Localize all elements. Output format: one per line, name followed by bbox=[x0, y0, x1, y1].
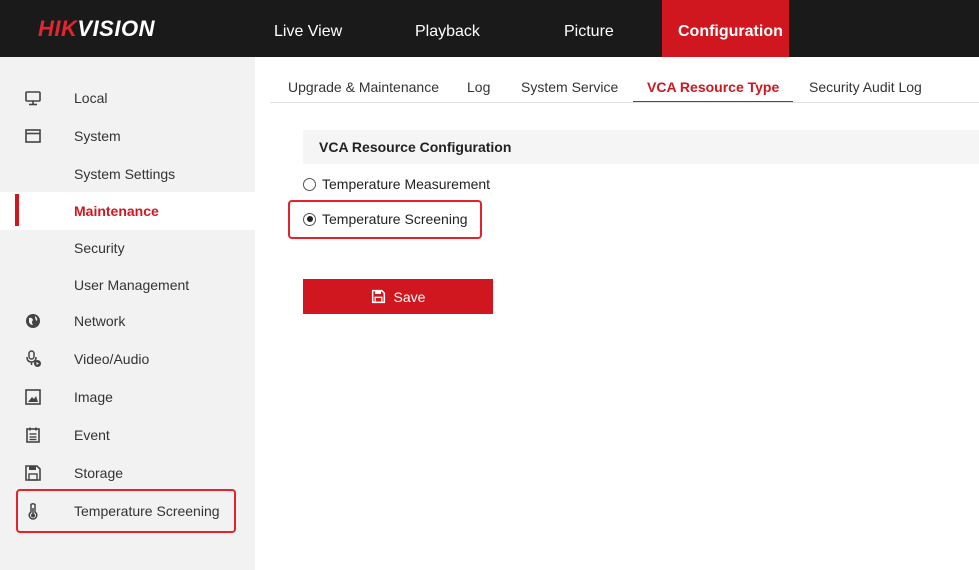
sidebar-item-local[interactable]: Local bbox=[0, 79, 255, 117]
microphone-icon bbox=[26, 350, 41, 367]
sidebar-item-system[interactable]: System bbox=[0, 117, 255, 155]
radio-label: Temperature Screening bbox=[322, 211, 468, 227]
thermometer-icon bbox=[28, 503, 38, 520]
sidebar-item-user-management[interactable]: User Management bbox=[0, 266, 255, 304]
sidebar-item-system-settings[interactable]: System Settings bbox=[0, 155, 255, 193]
sidebar-item-image[interactable]: Image bbox=[0, 378, 255, 416]
sidebar-item-label: Video/Audio bbox=[74, 351, 150, 367]
sidebar-item-network[interactable]: Network bbox=[0, 302, 255, 340]
sidebar-item-label: Maintenance bbox=[74, 203, 159, 219]
nav-picture[interactable]: Picture bbox=[548, 0, 630, 57]
sidebar-item-label: Image bbox=[74, 389, 113, 405]
sidebar-item-label: Security bbox=[74, 240, 125, 256]
radio-temperature-measurement[interactable]: Temperature Measurement bbox=[303, 174, 490, 194]
save-button-label: Save bbox=[393, 288, 426, 305]
selected-indicator bbox=[15, 194, 19, 226]
sidebar-item-event[interactable]: Event bbox=[0, 416, 255, 454]
save-button[interactable]: Save bbox=[303, 279, 493, 314]
section-header: VCA Resource Configuration bbox=[303, 130, 979, 164]
sidebar: Local System System Settings Maintenance… bbox=[0, 57, 255, 570]
sidebar-item-storage[interactable]: Storage bbox=[0, 454, 255, 492]
window-icon bbox=[25, 129, 41, 143]
radio-button-checked[interactable] bbox=[303, 212, 316, 226]
top-header: HIKVISION Live View Playback Picture Con… bbox=[0, 0, 979, 57]
radio-label: Temperature Measurement bbox=[322, 176, 491, 192]
tab-security-audit-log[interactable]: Security Audit Log bbox=[809, 57, 922, 103]
floppy-icon bbox=[25, 465, 41, 481]
sidebar-item-label: Storage bbox=[74, 465, 124, 481]
tab-label: VCA Resource Type bbox=[647, 79, 780, 95]
sidebar-item-label: System Settings bbox=[74, 166, 176, 182]
image-icon bbox=[25, 389, 41, 405]
nav-configuration[interactable]: Configuration bbox=[662, 0, 789, 57]
nav-live-view[interactable]: Live View bbox=[258, 0, 358, 57]
save-icon bbox=[371, 289, 385, 304]
globe-icon bbox=[26, 314, 40, 328]
nav-playback[interactable]: Playback bbox=[399, 0, 496, 57]
radio-button-unchecked[interactable] bbox=[303, 177, 316, 191]
sidebar-item-maintenance[interactable]: Maintenance bbox=[0, 192, 255, 230]
tab-system-service[interactable]: System Service bbox=[521, 57, 618, 103]
sidebar-item-label: User Management bbox=[74, 277, 190, 293]
sidebar-item-video-audio[interactable]: Video/Audio bbox=[0, 340, 255, 378]
tab-vca-resource-type[interactable]: VCA Resource Type bbox=[633, 57, 794, 103]
sidebar-item-label: Local bbox=[74, 90, 108, 106]
sidebar-item-label: System bbox=[74, 128, 121, 144]
sidebar-item-label: Network bbox=[74, 313, 126, 329]
sidebar-item-temperature-screening[interactable]: Temperature Screening bbox=[0, 492, 255, 530]
sidebar-item-security[interactable]: Security bbox=[0, 229, 255, 267]
calendar-icon bbox=[26, 427, 40, 443]
hikvision-logo: HIKVISION bbox=[38, 16, 155, 41]
tab-upgrade-maintenance[interactable]: Upgrade & Maintenance bbox=[288, 57, 439, 103]
sidebar-item-label: Event bbox=[74, 427, 110, 443]
tabs-divider bbox=[270, 102, 979, 103]
monitor-icon bbox=[25, 91, 41, 106]
radio-temperature-screening[interactable]: Temperature Screening bbox=[303, 209, 468, 229]
tab-log[interactable]: Log bbox=[467, 57, 490, 103]
sidebar-item-label: Temperature Screening bbox=[74, 503, 220, 519]
